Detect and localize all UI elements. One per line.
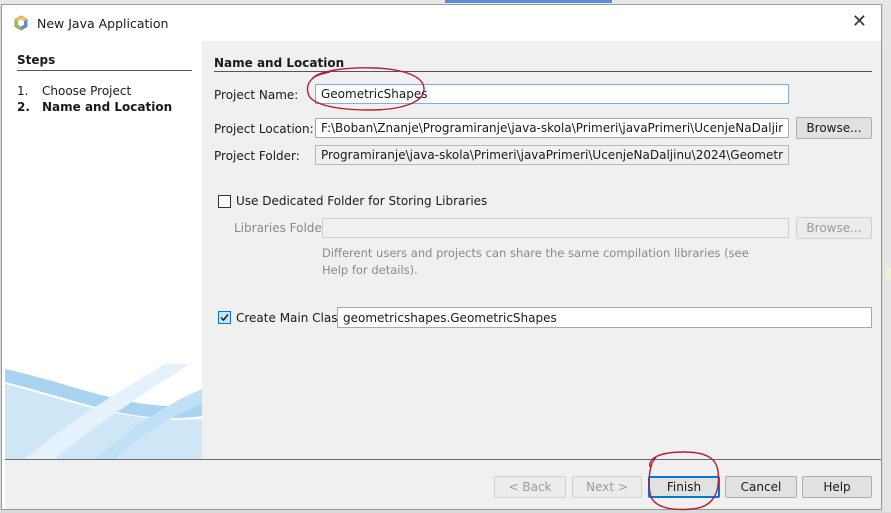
dialog-title: New Java Application [37, 16, 169, 31]
main-class-input[interactable] [337, 307, 872, 328]
section-heading: Name and Location [214, 56, 345, 70]
step-number: 2. [17, 100, 30, 114]
step-choose-project: 1. Choose Project [17, 84, 131, 98]
steps-divider [17, 70, 192, 71]
libraries-folder-label: Libraries Folder: [234, 221, 331, 235]
dedicated-folder-checkbox[interactable] [218, 195, 231, 208]
section-divider [214, 71, 872, 72]
project-name-label: Project Name: [214, 88, 299, 102]
checkmark-icon [220, 314, 229, 322]
back-button: < Back [494, 476, 566, 498]
project-location-browse-button[interactable]: Browse... [796, 117, 872, 139]
next-button: Next > [572, 476, 642, 498]
create-main-class-checkbox[interactable] [218, 311, 231, 324]
create-main-class-label[interactable]: Create Main Class [236, 311, 344, 325]
close-icon[interactable]: ✕ [852, 12, 867, 32]
project-name-input[interactable] [315, 84, 789, 104]
title-bar[interactable]: New Java Application ✕ [2, 5, 881, 41]
background-app-edge [883, 0, 891, 512]
netbeans-cube-icon [14, 15, 28, 31]
wizard-decoration-image [5, 364, 202, 459]
step-number: 1. [17, 84, 29, 98]
libraries-description: Different users and projects can share t… [322, 246, 749, 277]
background-tab-highlight [445, 0, 612, 3]
step-label: Name and Location [42, 100, 173, 114]
cancel-button[interactable]: Cancel [725, 476, 797, 498]
wizard-footer: < Back Next > Finish Cancel Help [5, 460, 881, 509]
help-button[interactable]: Help [802, 476, 872, 498]
step-name-and-location: 2. Name and Location [17, 100, 172, 114]
dedicated-folder-label[interactable]: Use Dedicated Folder for Storing Librari… [236, 194, 487, 208]
wizard-content-panel: Name and Location Project Name: Project … [202, 41, 881, 459]
steps-heading: Steps [17, 53, 56, 67]
libraries-folder-input [322, 218, 789, 238]
libraries-browse-button: Browse... [796, 217, 872, 239]
steps-panel: Steps 1. Choose Project 2. Name and Locati… [5, 41, 202, 459]
project-location-label: Project Location: [214, 122, 314, 136]
background-marker [886, 268, 891, 280]
step-label: Choose Project [42, 84, 132, 98]
new-java-application-dialog: New Java Application ✕ Steps 1. Choose Pr… [1, 4, 882, 511]
project-location-input[interactable] [315, 118, 789, 138]
project-folder-label: Project Folder: [214, 149, 300, 163]
finish-button[interactable]: Finish [648, 476, 720, 498]
project-folder-field [315, 145, 789, 165]
